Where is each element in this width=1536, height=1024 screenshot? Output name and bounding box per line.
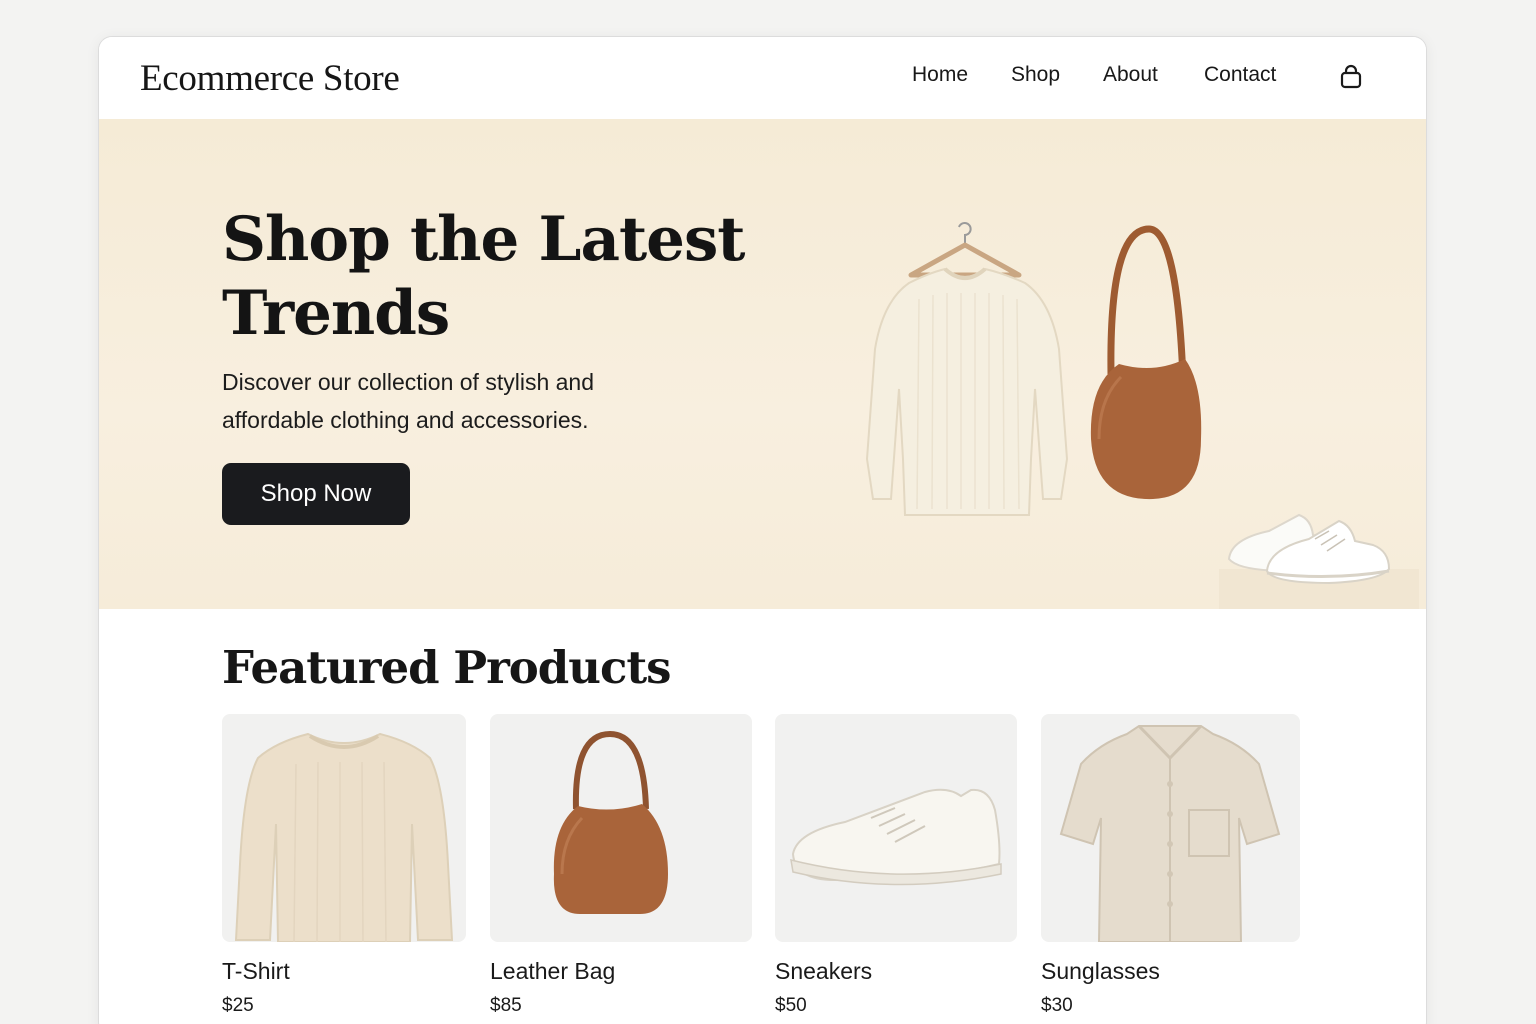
- hero-title-line-2: Trends: [222, 278, 450, 349]
- browser-window: Ecommerce Store Home Shop About Contact …: [98, 36, 1427, 1024]
- product-card-sunglasses[interactable]: Sunglasses $30: [1041, 714, 1300, 1017]
- product-image[interactable]: [1041, 714, 1300, 942]
- product-card-sneakers[interactable]: Sneakers $50: [775, 714, 1017, 1017]
- sweater-on-hanger-icon: [865, 222, 1069, 516]
- hero-subtitle: Discover our collection of stylish and a…: [222, 363, 682, 439]
- shirt-icon: [1059, 724, 1281, 942]
- leather-bag-icon: [553, 730, 668, 914]
- product-name[interactable]: Leather Bag: [490, 958, 752, 985]
- featured-products-title: Featured Products: [222, 641, 672, 694]
- shop-now-button[interactable]: Shop Now: [222, 463, 410, 525]
- main-nav: Home Shop About Contact: [99, 63, 1426, 93]
- sneaker-icon: [790, 788, 1002, 886]
- hero-title: Shop the Latest Trends: [222, 203, 782, 351]
- leather-shoulder-bag-icon: [1090, 225, 1202, 500]
- product-price: $30: [1041, 995, 1073, 1016]
- hero-title-line-1: Shop the Latest: [222, 204, 745, 275]
- product-image[interactable]: [775, 714, 1017, 942]
- product-price: $25: [222, 995, 254, 1016]
- product-image[interactable]: [222, 714, 466, 942]
- product-price: $50: [775, 995, 807, 1016]
- product-name[interactable]: T-Shirt: [222, 958, 466, 985]
- product-price: $85: [490, 995, 522, 1016]
- sweater-icon: [234, 732, 454, 942]
- product-name[interactable]: Sneakers: [775, 958, 1017, 985]
- hero-subtitle-line-2: affordable clothing and accessories.: [222, 407, 589, 433]
- nav-contact[interactable]: Contact: [1204, 63, 1276, 87]
- product-image[interactable]: [490, 714, 752, 942]
- hero-subtitle-line-1: Discover our collection of stylish and: [222, 369, 594, 395]
- product-card-leather-bag[interactable]: Leather Bag $85: [490, 714, 752, 1017]
- site-header: Ecommerce Store Home Shop About Contact: [99, 37, 1426, 119]
- nav-shop[interactable]: Shop: [1011, 63, 1060, 87]
- nav-home[interactable]: Home: [912, 63, 968, 87]
- hero-image: [799, 209, 1426, 609]
- product-card-tshirt[interactable]: T-Shirt $25: [222, 714, 466, 1017]
- hero-banner: Shop the Latest Trends Discover our coll…: [99, 119, 1426, 609]
- shopping-bag-icon[interactable]: [1339, 64, 1363, 90]
- nav-about[interactable]: About: [1103, 63, 1158, 87]
- product-name[interactable]: Sunglasses: [1041, 958, 1300, 985]
